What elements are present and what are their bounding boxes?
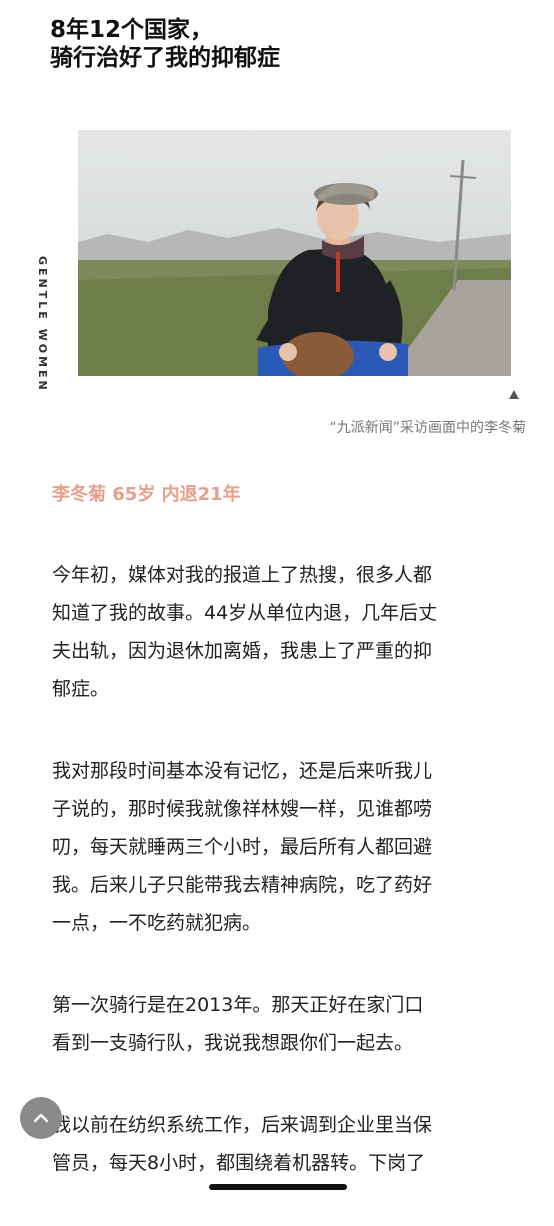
paragraph-3: 第一次骑行是在2013年。那天正好在家门口 看到一支骑行队，我说我想跟你们一起去… xyxy=(52,994,424,1054)
home-indicator[interactable] xyxy=(209,1184,347,1190)
article-body: 今年初，媒体对我的报道上了热搜，很多人都 知道了我的故事。44岁从单位内退，几年… xyxy=(52,556,512,1226)
paragraph-4: 我以前在纺织系统工作，后来调到企业里当保 管员，每天8小时，都围绕着机器转。下岗… xyxy=(52,1114,433,1174)
photo-caption: “九派新闻”采访画面中的李冬菊 xyxy=(329,420,526,436)
brand-side-label: GENTLE WOMEN xyxy=(36,256,49,393)
article-title: 8年12个国家， 骑行治好了我的抑郁症 xyxy=(50,17,280,71)
paragraph-2: 我对那段时间基本没有记忆，还是后来听我儿 子说的，那时候我就像祥林嫂一样，见谁都… xyxy=(52,760,433,934)
article-subheading: 李冬菊 65岁 内退21年 xyxy=(52,484,241,505)
scroll-to-top-button[interactable] xyxy=(20,1097,62,1139)
photo-illustration xyxy=(78,130,511,376)
article-photo xyxy=(78,130,511,376)
caption-marker-icon xyxy=(509,390,519,399)
chevron-up-icon xyxy=(33,1113,49,1123)
paragraph-1: 今年初，媒体对我的报道上了热搜，很多人都 知道了我的故事。44岁从单位内退，几年… xyxy=(52,564,438,700)
